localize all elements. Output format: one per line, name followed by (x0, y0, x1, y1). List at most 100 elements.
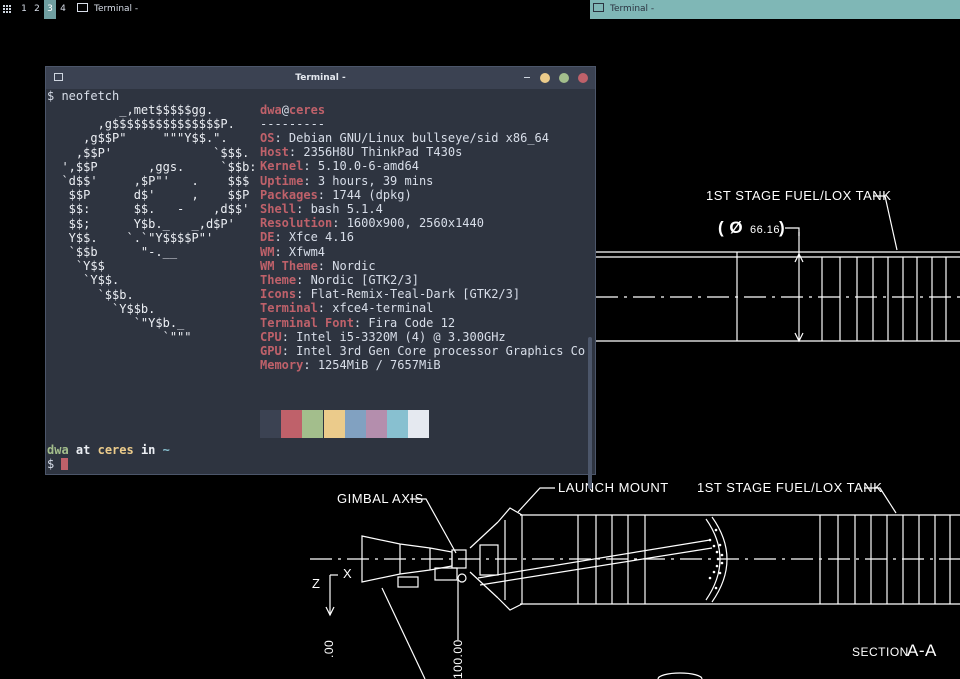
info-label: CPU (260, 329, 282, 344)
info-row: Host: 2356H8U ThinkPad T430s (260, 145, 463, 160)
info-row: Uptime: 3 hours, 39 mins (260, 173, 434, 188)
info-value: bash 5.1.4 (310, 202, 383, 216)
prompt-host: ceres (97, 443, 134, 457)
maximize-button[interactable] (559, 73, 569, 83)
palette-swatch (302, 410, 324, 438)
info-value: 1254MiB / 7657MiB (317, 358, 441, 373)
user-name: dwa (260, 103, 282, 117)
info-value: 5.10.0-6-amd64 (317, 159, 419, 174)
info-value: Xfwm4 (288, 244, 326, 259)
input-line[interactable]: $ (47, 457, 69, 471)
info-label: OS (260, 131, 275, 145)
ascii-row: $$; Y$b._ _,d$P' (47, 216, 235, 231)
close-button[interactable] (578, 73, 588, 83)
ascii-row: `Y$$ (47, 259, 105, 274)
info-row: Terminal Font: Fira Code 12 (260, 315, 456, 330)
info-value: 3 hours, 39 mins (317, 173, 434, 188)
app-menu-icon[interactable] (3, 5, 12, 14)
palette-swatch (323, 410, 345, 438)
info-row: WM: Xfwm4 (260, 244, 326, 259)
taskbar-terminal-left[interactable]: Terminal - (77, 0, 167, 19)
info-label: Theme (260, 273, 297, 287)
info-label: Packages (260, 187, 318, 202)
shade-icon[interactable] (524, 77, 530, 78)
taskbar-terminal-right-label: Terminal - (610, 4, 655, 14)
info-row: Resolution: 1600x900, 2560x1440 (260, 216, 484, 231)
prompt-user: dwa (47, 443, 69, 457)
terminal-scrollbar[interactable] (588, 337, 592, 489)
info-value: 1600x900, 2560x1440 (346, 216, 484, 231)
minimize-button[interactable] (540, 73, 550, 83)
terminal-icon (593, 3, 604, 12)
ascii-row: ,g$$$$$$$$$$$$$$$P. (47, 117, 235, 132)
info-value: Nordic (332, 258, 376, 273)
cursor (61, 458, 69, 470)
info-row: OS: Debian GNU/Linux bullseye/sid x86_64 (260, 131, 549, 145)
ascii-row: `""" (47, 330, 192, 345)
info-label: Kernel (260, 159, 304, 174)
palette-swatch (408, 410, 430, 438)
terminal-window[interactable]: Terminal - $ neofetch _,met$$$$$gg. ,g$$… (45, 66, 596, 489)
terminal-titlebar[interactable]: Terminal - (46, 67, 595, 89)
ascii-row: `$$b "-.__ (47, 245, 178, 259)
info-label: Terminal (260, 301, 318, 316)
host-name: ceres (288, 103, 326, 117)
ascii-row: ,$$P' `$$$. (47, 145, 250, 160)
cad-label-section-prefix: SECTION (852, 645, 909, 659)
workspace-2[interactable]: 2 (31, 0, 43, 19)
info-label: Terminal Font (260, 315, 354, 330)
cad-label-tank-top: 1ST STAGE FUEL/LOX TANK (706, 188, 891, 203)
info-row: WM Theme: Nordic (260, 258, 376, 273)
terminal-title: Terminal - (295, 73, 346, 83)
taskbar-terminal-left-label: Terminal - (94, 4, 139, 14)
taskbar-terminal-right[interactable]: Terminal - (590, 0, 960, 19)
info-value: Flat-Remix-Teal-Dark [GTK2/3] (310, 287, 521, 302)
info-label: WM (260, 244, 275, 259)
ascii-row: `$$b. (47, 287, 134, 302)
separator: --------- (260, 117, 326, 131)
info-label: Shell (260, 202, 297, 216)
info-row: GPU: Intel 3rd Gen Core processor Graphi… (260, 344, 586, 358)
info-row: Kernel: 5.10.0-6-amd64 (260, 159, 419, 174)
info-label: WM Theme (260, 258, 318, 273)
palette-swatch (344, 410, 366, 438)
ascii-row: ',$$P ,ggs. `$$b: (47, 159, 257, 174)
terminal-output[interactable]: $ neofetch _,met$$$$$gg. ,g$$$$$$$$$$$$$… (46, 89, 595, 489)
info-row: Shell: bash 5.1.4 (260, 202, 383, 216)
info-row: Memory: 1254MiB / 7657MiB (260, 358, 441, 373)
cad-label-tank-bottom: 1ST STAGE FUEL/LOX TANK (697, 480, 882, 495)
info-label: DE (260, 230, 275, 245)
info-label: Host (260, 145, 289, 160)
cad-dim-100: 100.00 (451, 639, 465, 679)
top-panel: 1 2 3 4 Terminal - Terminal - (0, 0, 960, 19)
cad-axis-x: X (343, 566, 352, 581)
palette-swatch (366, 410, 387, 438)
prompt-in: in (133, 443, 163, 457)
ascii-row: $$: $$. - ,d$$' (47, 202, 250, 217)
palette-swatch (281, 410, 303, 438)
cad-label-diameter-symbol: ( Ø (718, 218, 743, 237)
ascii-row: `Y$$b. (47, 301, 156, 316)
info-row: Theme: Nordic [GTK2/3] (260, 273, 419, 287)
ascii-row: $$P d$' , $$P (47, 188, 250, 203)
cad-label-gimbal-axis: GIMBAL AXIS (337, 491, 424, 506)
workspace-3[interactable]: 3 (44, 0, 56, 19)
workspace-1[interactable]: 1 (18, 0, 30, 19)
info-value: Intel i5-3320M (4) @ 3.300GHz (296, 329, 506, 344)
prompt-line: dwa at ceres in ~ (47, 443, 170, 457)
info-label: Uptime (260, 173, 304, 188)
info-value: 1744 (dpkg) (332, 187, 412, 202)
cad-label-diameter-value: 66.16 (750, 224, 780, 236)
info-value: Nordic [GTK2/3] (310, 273, 419, 287)
info-row: CPU: Intel i5-3320M (4) @ 3.300GHz (260, 329, 506, 344)
palette-swatch (260, 410, 281, 438)
cad-label-diameter-close: ) (779, 218, 785, 237)
prompt-dir: ~ (162, 443, 170, 457)
workspace-4[interactable]: 4 (57, 0, 69, 19)
cad-label-section: A-A (907, 641, 937, 660)
info-row: Icons: Flat-Remix-Teal-Dark [GTK2/3] (260, 287, 521, 302)
info-value: Xfce 4.16 (288, 230, 354, 245)
info-row: Terminal: xfce4-terminal (260, 301, 434, 316)
info-label: Resolution (260, 216, 333, 231)
ascii-row: `"Y$b._ (47, 316, 185, 330)
